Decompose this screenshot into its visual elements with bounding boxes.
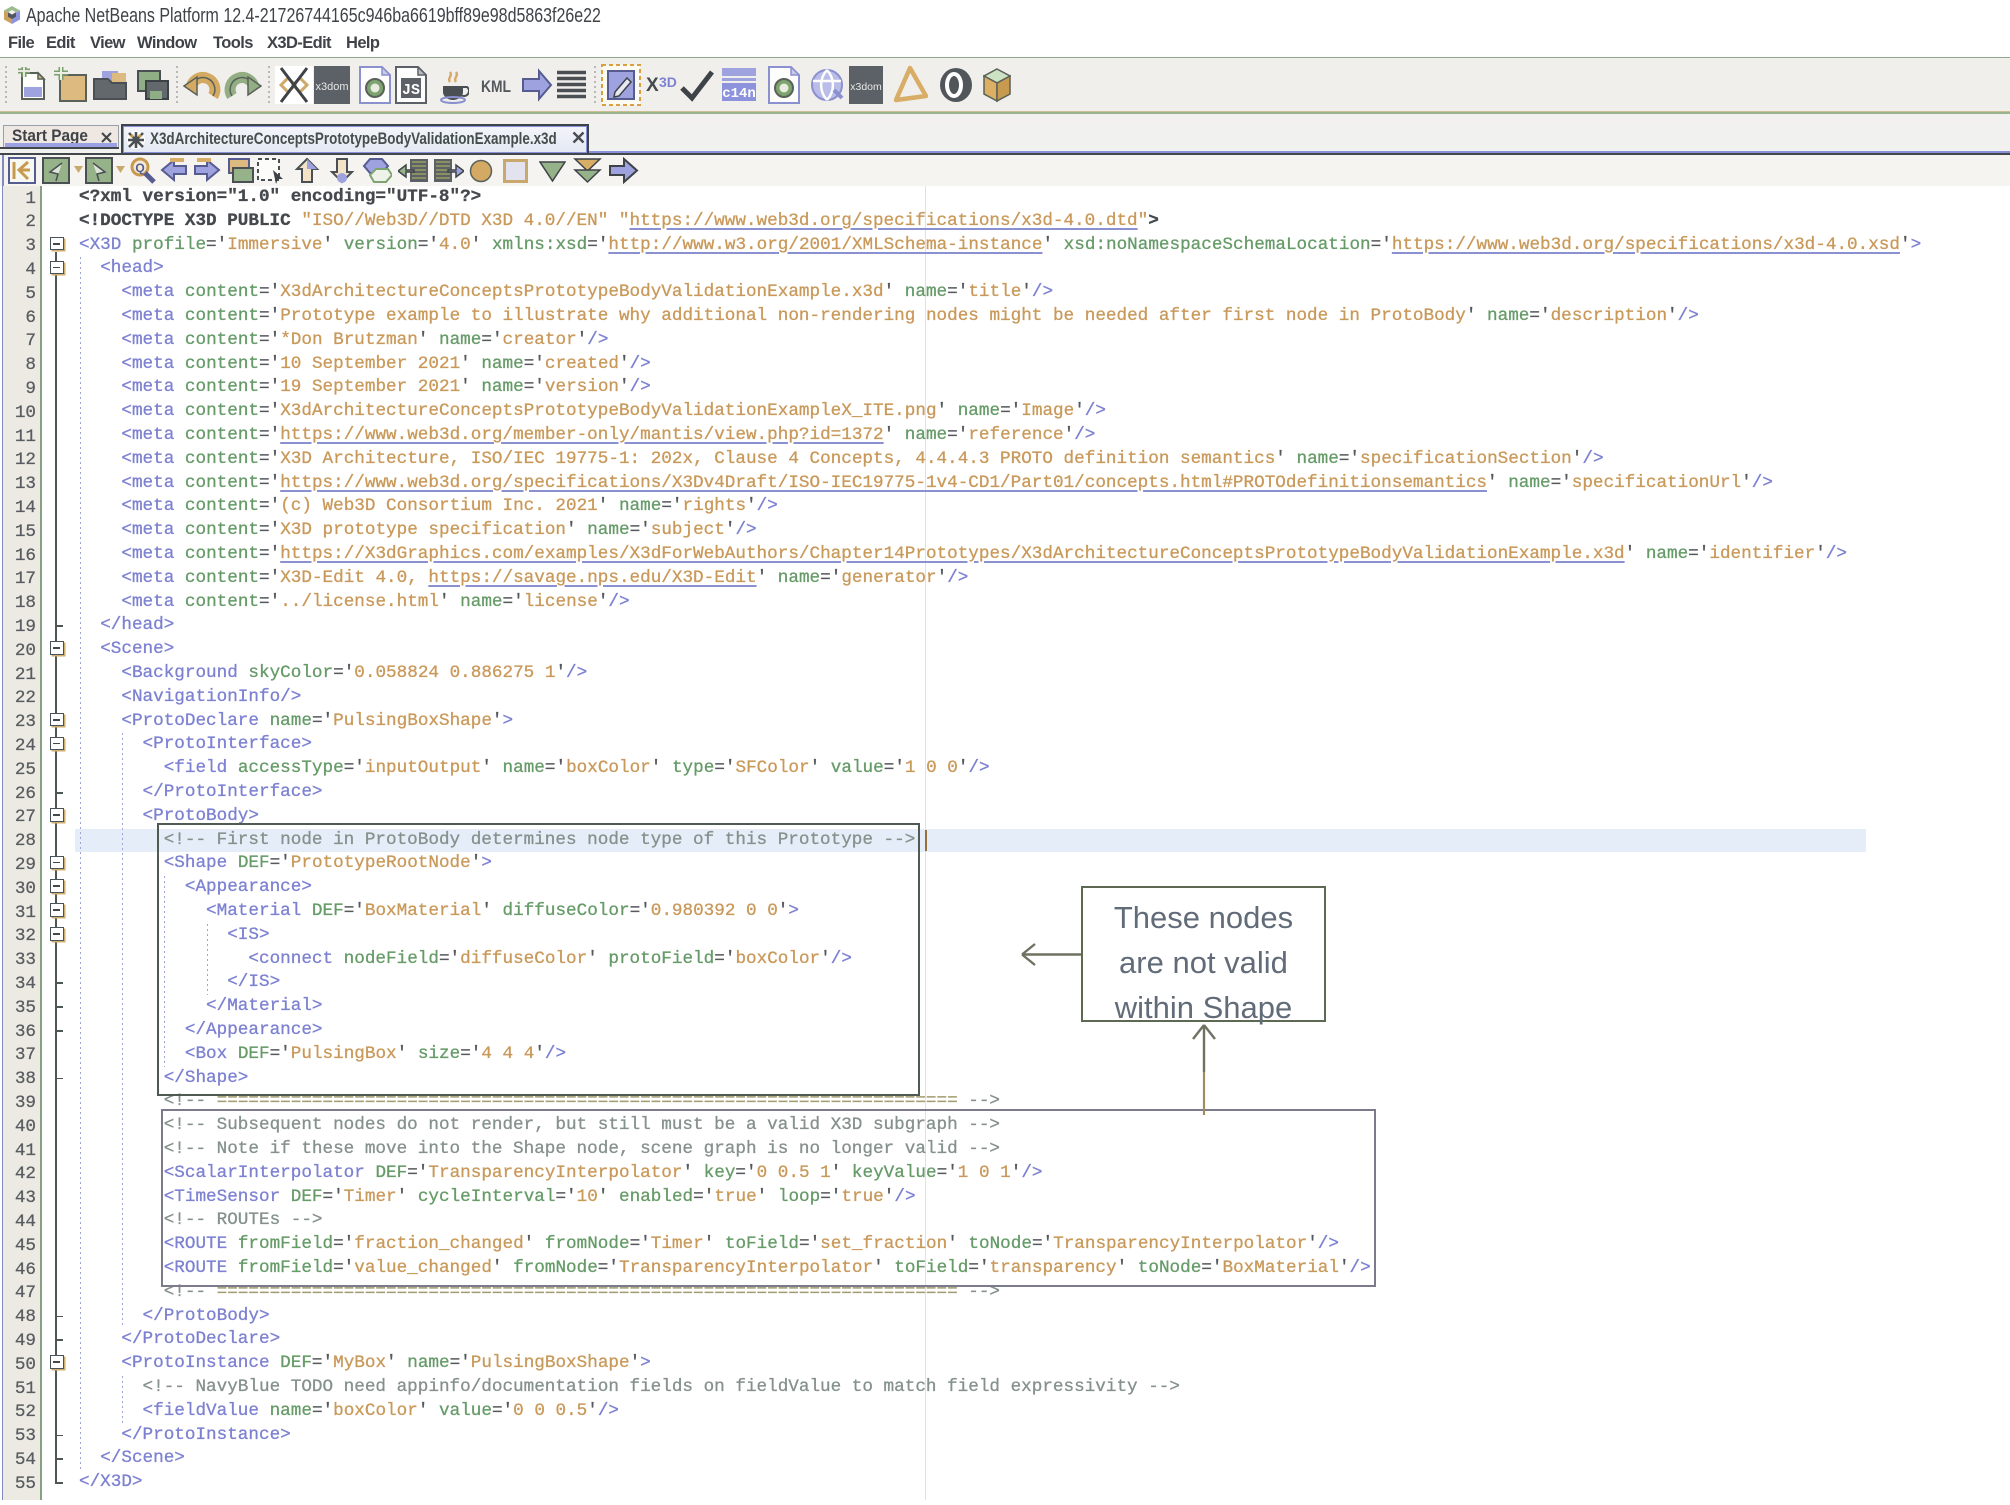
svg-text:Q: Q [135, 161, 144, 175]
svg-text:x3dom: x3dom [315, 81, 348, 93]
svg-text:3D: 3D [659, 74, 677, 90]
svg-text:X: X [646, 75, 659, 96]
svg-text:KML: KML [481, 77, 511, 96]
svg-text:JS: JS [402, 82, 420, 99]
svg-text:x3dom: x3dom [850, 81, 882, 93]
svg-text:c14n: c14n [722, 86, 756, 102]
